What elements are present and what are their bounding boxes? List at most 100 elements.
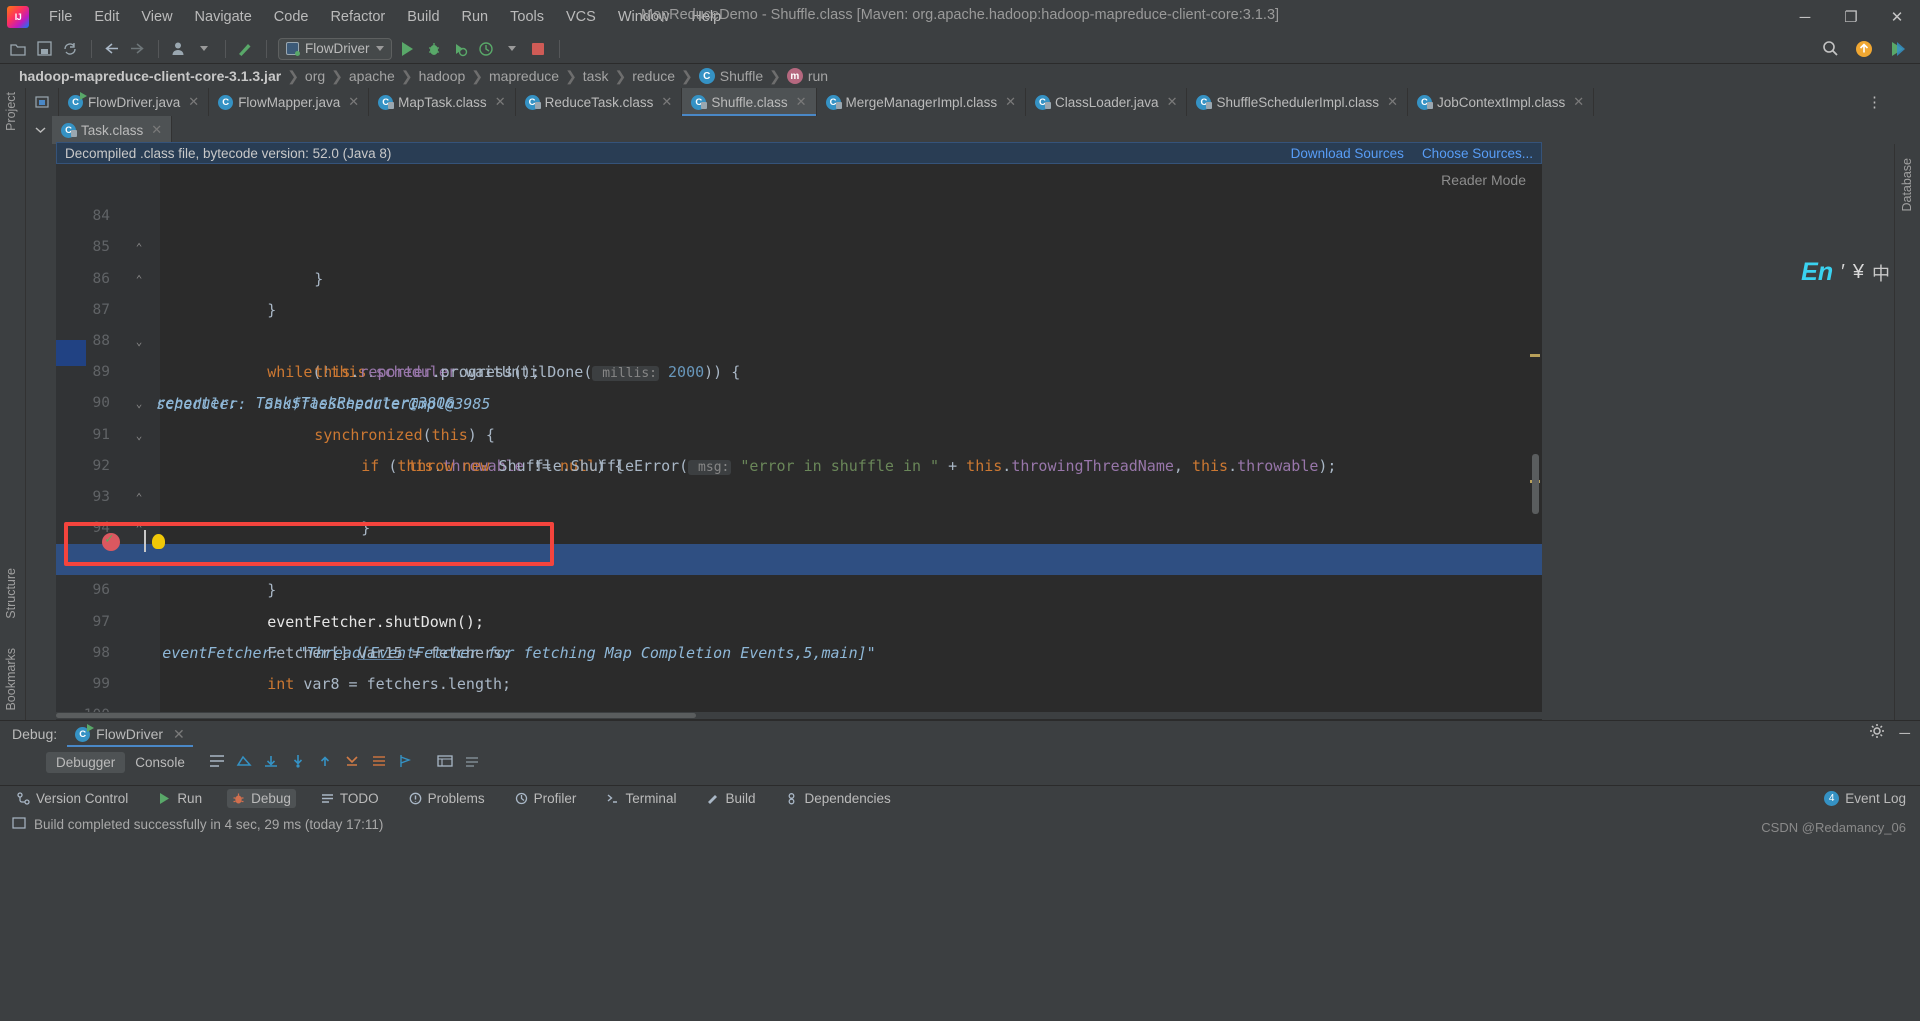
code-line[interactable]: 86 <box>56 232 1542 287</box>
intention-bulb-icon[interactable] <box>152 534 165 549</box>
forward-icon[interactable] <box>125 37 149 61</box>
menu-edit[interactable]: Edit <box>83 5 130 29</box>
step-over-icon[interactable] <box>263 754 279 771</box>
tool-window-todo[interactable]: TODO <box>316 789 384 808</box>
run-configuration-selector[interactable]: FlowDriver <box>278 37 392 60</box>
code-line[interactable]: 94 ⌃ } <box>56 482 1542 599</box>
scrollbar-thumb[interactable] <box>56 713 696 718</box>
code-line[interactable]: 90 ⌄ if (this.throwable != null) { <box>56 357 1542 474</box>
menu-vcs[interactable]: VCS <box>555 5 607 29</box>
breadcrumb-item-shuffle[interactable]: C Shuffle <box>694 68 768 84</box>
tool-window-database[interactable]: Database <box>1900 158 1914 212</box>
menu-code[interactable]: Code <box>263 5 320 29</box>
close-icon[interactable]: ✕ <box>188 94 199 110</box>
step-out-icon[interactable] <box>344 754 360 771</box>
tool-window-structure[interactable]: Structure <box>4 568 18 619</box>
choose-sources-link[interactable]: Choose Sources... <box>1422 146 1533 161</box>
breakpoint-verified-icon[interactable] <box>102 531 120 551</box>
run-with-coverage-button[interactable] <box>448 37 472 61</box>
code-line[interactable]: 87 ⌄ while(!this.scheduler.waitUntilDone… <box>56 264 1542 414</box>
close-button[interactable]: ✕ <box>1874 0 1920 34</box>
editor-tab-flowmapper[interactable]: C FlowMapper.java ✕ <box>209 88 370 116</box>
search-icon[interactable] <box>1818 37 1842 61</box>
debug-session-tab[interactable]: C FlowDriver ✕ <box>67 721 193 747</box>
code-line[interactable]: 95 <box>56 513 1542 567</box>
tool-window-build[interactable]: Build <box>701 789 760 808</box>
mute-breakpoints-icon[interactable] <box>464 754 480 771</box>
close-icon[interactable]: ✕ <box>495 94 506 110</box>
code-line[interactable]: 84 ⌃ } <box>56 170 1542 287</box>
user-profile-icon[interactable] <box>166 37 190 61</box>
tool-window-version-control[interactable]: Version Control <box>12 789 133 808</box>
run-button[interactable] <box>396 37 420 61</box>
code-line[interactable]: 89 ⌄ synchronized(this) { <box>56 326 1542 443</box>
editor-horizontal-scrollbar[interactable] <box>56 712 1542 719</box>
code-line[interactable]: 88 this.reporter.progress(); reporter: T… <box>56 295 1542 412</box>
breadcrumb-item-jar[interactable]: hadoop-mapreduce-client-core-3.1.3.jar <box>14 68 286 84</box>
tool-window-terminal[interactable]: Terminal <box>601 789 681 808</box>
open-project-icon[interactable] <box>6 37 30 61</box>
close-icon[interactable]: ✕ <box>348 94 359 110</box>
debug-subtab-console[interactable]: Console <box>125 752 195 773</box>
breadcrumb-item-hadoop[interactable]: hadoop <box>414 68 471 84</box>
menu-build[interactable]: Build <box>396 5 450 29</box>
close-icon[interactable]: ✕ <box>151 122 162 138</box>
ime-currency-icon[interactable]: ¥ <box>1853 261 1864 284</box>
plugin-run-icon[interactable] <box>1886 37 1910 61</box>
menu-tools[interactable]: Tools <box>499 5 555 29</box>
evaluate-expression-icon[interactable] <box>437 754 453 771</box>
code-line[interactable]: 98 int var8 = fetchers.length; <box>56 607 1542 693</box>
close-icon[interactable]: ✕ <box>796 94 807 110</box>
breadcrumb-item-task[interactable]: task <box>578 68 614 84</box>
menu-help[interactable]: Help <box>680 5 732 29</box>
close-icon[interactable]: ✕ <box>1167 94 1178 110</box>
code-line[interactable]: 85 ⌃ } <box>56 201 1542 318</box>
tool-window-bookmarks[interactable]: Bookmarks <box>4 648 18 711</box>
profiler-dropdown-icon[interactable] <box>500 37 524 61</box>
show-execution-point-icon[interactable] <box>236 754 252 771</box>
debug-subtab-debugger[interactable]: Debugger <box>46 751 126 773</box>
menu-navigate[interactable]: Navigate <box>184 5 263 29</box>
close-icon[interactable]: ✕ <box>1573 94 1584 110</box>
editor-tab-pin[interactable] <box>26 88 59 116</box>
drop-frame-icon[interactable] <box>371 754 387 771</box>
minimize-button[interactable]: ─ <box>1782 0 1828 34</box>
close-icon[interactable]: ✕ <box>173 726 185 743</box>
save-all-icon[interactable] <box>32 37 56 61</box>
editor-tab-taskclass[interactable]: C Task.class ✕ <box>52 116 173 144</box>
editor-tabs-more-icon[interactable]: ⋮ <box>1864 88 1886 116</box>
close-icon[interactable]: ✕ <box>1387 94 1398 110</box>
code-line[interactable]: 91 throw new Shuffle.ShuffleError( msg: … <box>56 388 1542 475</box>
editor-tab-maptask[interactable]: C MapTask.class ✕ <box>369 88 516 116</box>
build-hammer-icon[interactable] <box>233 37 257 61</box>
editor-tab-row-collapse-icon[interactable] <box>28 116 52 144</box>
editor-tab-reducetask[interactable]: C ReduceTask.class ✕ <box>515 88 683 116</box>
code-line[interactable]: 93 ⌃ } <box>56 451 1542 568</box>
debug-button[interactable] <box>422 37 446 61</box>
ime-punctuation-icon[interactable]: ′ <box>1841 261 1845 284</box>
tool-window-project[interactable]: Project <box>4 92 18 131</box>
error-stripe-marker[interactable] <box>1530 354 1540 357</box>
code-line[interactable]: 97 Fetcher[] var15 = fetchers; <box>56 575 1542 662</box>
tool-window-dependencies[interactable]: Dependencies <box>780 789 895 808</box>
tool-window-run[interactable]: Run <box>153 789 207 808</box>
close-icon[interactable]: ✕ <box>661 94 672 110</box>
user-dropdown-icon[interactable] <box>192 37 216 61</box>
tool-window-problems[interactable]: Problems <box>404 789 490 808</box>
code-line[interactable]: 100 ⌄ for(int var9 = 0; var9 < var8; ++v… <box>56 669 1542 720</box>
code-line[interactable]: 99 <box>56 638 1542 692</box>
menu-view[interactable]: View <box>130 5 183 29</box>
run-to-cursor-icon[interactable] <box>398 754 414 771</box>
menu-window[interactable]: Window <box>607 5 681 29</box>
profiler-button[interactable] <box>474 37 498 61</box>
close-icon[interactable]: ✕ <box>1005 94 1016 110</box>
layout-icon[interactable] <box>209 754 225 771</box>
ime-language-indicator[interactable]: En ′ ¥ 中 <box>1801 258 1890 287</box>
event-log-button[interactable]: 4 Event Log <box>1824 791 1906 806</box>
code-line-executing[interactable]: 96 eventFetcher.shutDown(); eventFetcher… <box>56 544 1542 662</box>
editor-vertical-scrollbar[interactable] <box>1532 454 1539 514</box>
step-into-icon[interactable] <box>290 754 306 771</box>
breadcrumb-item-run[interactable]: m run <box>782 68 833 84</box>
code-editor[interactable]: Reader Mode 84 ⌃ } 85 ⌃ } 86 87 ⌄ while(… <box>56 164 1542 720</box>
download-sources-link[interactable]: Download Sources <box>1291 146 1404 161</box>
